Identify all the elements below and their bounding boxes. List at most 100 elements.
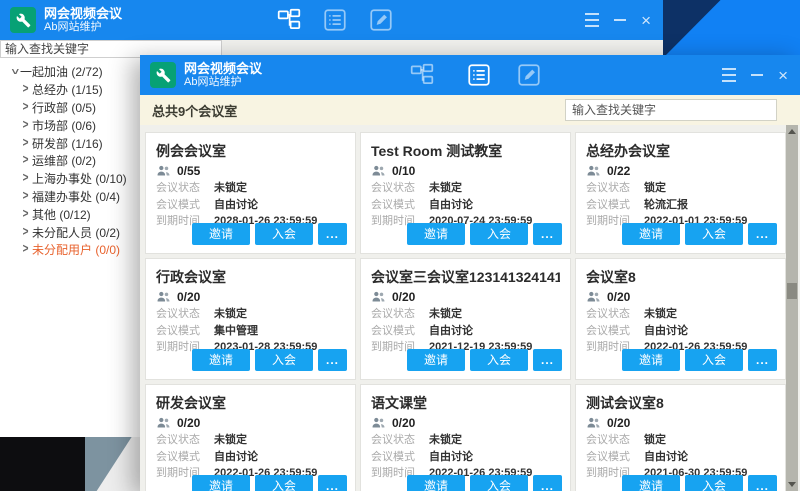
desktop-wallpaper-bottom-left bbox=[0, 437, 140, 491]
invite-button[interactable]: 邀请 bbox=[622, 349, 680, 371]
scroll-down-icon[interactable] bbox=[788, 482, 796, 487]
compose-edit-icon[interactable] bbox=[516, 62, 542, 88]
people-icon bbox=[371, 416, 386, 429]
menu-icon[interactable] bbox=[722, 66, 736, 84]
chevron-icon[interactable] bbox=[19, 138, 32, 149]
invite-button[interactable]: 邀请 bbox=[407, 349, 465, 371]
more-actions-button[interactable]: ... bbox=[533, 349, 562, 371]
more-actions-button[interactable]: ... bbox=[318, 349, 347, 371]
menu-icon[interactable] bbox=[585, 11, 599, 29]
vertical-scrollbar[interactable] bbox=[786, 125, 798, 491]
invite-button[interactable]: 邀请 bbox=[192, 223, 250, 245]
main-titlebar: 网会视频会议 Ab网站维护 bbox=[140, 55, 800, 95]
participant-count-row: 0/20 bbox=[371, 287, 560, 306]
join-button[interactable]: 入会 bbox=[470, 475, 528, 491]
more-actions-button[interactable]: ... bbox=[748, 223, 777, 245]
close-icon[interactable] bbox=[778, 67, 788, 84]
more-actions-button[interactable]: ... bbox=[533, 475, 562, 491]
more-actions-button[interactable]: ... bbox=[748, 475, 777, 491]
participant-count-row: 0/20 bbox=[586, 413, 775, 432]
participant-count: 0/20 bbox=[177, 416, 200, 430]
join-button[interactable]: 入会 bbox=[470, 223, 528, 245]
status-label: 会议状态 bbox=[371, 180, 429, 197]
room-search-input[interactable] bbox=[565, 99, 777, 121]
status-value: 未锁定 bbox=[214, 306, 345, 323]
chevron-icon[interactable] bbox=[19, 102, 32, 113]
join-button[interactable]: 入会 bbox=[255, 349, 313, 371]
join-button[interactable]: 入会 bbox=[255, 475, 313, 491]
status-value: 未锁定 bbox=[429, 306, 560, 323]
room-actions: 邀请 入会 ... bbox=[622, 223, 777, 245]
invite-button[interactable]: 邀请 bbox=[407, 223, 465, 245]
meeting-list-icon[interactable] bbox=[466, 62, 492, 88]
status-value: 未锁定 bbox=[429, 180, 560, 197]
app-title: 网会视频会议 bbox=[184, 61, 262, 77]
participant-count-row: 0/20 bbox=[371, 413, 560, 432]
chevron-icon[interactable] bbox=[19, 155, 32, 166]
room-name: 会议室8 bbox=[586, 267, 775, 287]
chevron-icon[interactable] bbox=[19, 120, 32, 131]
mode-label: 会议模式 bbox=[371, 197, 429, 214]
meeting-list-icon[interactable] bbox=[322, 7, 348, 33]
mode-value: 自由讨论 bbox=[429, 323, 560, 340]
scroll-up-icon[interactable] bbox=[788, 129, 796, 134]
status-value: 未锁定 bbox=[644, 306, 775, 323]
chevron-icon[interactable] bbox=[19, 191, 32, 202]
people-icon bbox=[371, 290, 386, 303]
chevron-icon[interactable] bbox=[7, 66, 20, 77]
chevron-icon[interactable] bbox=[19, 84, 32, 95]
compose-edit-icon[interactable] bbox=[368, 7, 394, 33]
room-card: 会议室8 0/20 会议状态 未锁定 会议模式 自由讨论 到期时间 2022-0… bbox=[575, 258, 786, 380]
invite-button[interactable]: 邀请 bbox=[192, 349, 250, 371]
status-value: 未锁定 bbox=[214, 432, 345, 449]
chevron-icon[interactable] bbox=[19, 227, 32, 238]
status-label: 会议状态 bbox=[586, 306, 644, 323]
scrollbar-thumb[interactable] bbox=[787, 283, 797, 299]
mode-value: 自由讨论 bbox=[214, 197, 345, 214]
invite-button[interactable]: 邀请 bbox=[622, 475, 680, 491]
invite-button[interactable]: 邀请 bbox=[622, 223, 680, 245]
participant-count: 0/55 bbox=[177, 164, 200, 178]
participant-count: 0/10 bbox=[392, 164, 415, 178]
org-chart-icon[interactable] bbox=[276, 7, 302, 33]
status-label: 会议状态 bbox=[371, 306, 429, 323]
status-label: 会议状态 bbox=[586, 432, 644, 449]
close-icon[interactable] bbox=[641, 12, 651, 29]
mode-label: 会议模式 bbox=[586, 449, 644, 466]
participant-count-row: 0/10 bbox=[371, 161, 560, 180]
room-card: 例会会议室 0/55 会议状态 未锁定 会议模式 自由讨论 到期时间 2028-… bbox=[145, 132, 356, 254]
join-button[interactable]: 入会 bbox=[685, 349, 743, 371]
room-name: 行政会议室 bbox=[156, 267, 345, 287]
room-card: 总经办会议室 0/22 会议状态 锁定 会议模式 轮流汇报 到期时间 2022-… bbox=[575, 132, 786, 254]
participant-count: 0/20 bbox=[392, 416, 415, 430]
more-actions-button[interactable]: ... bbox=[318, 475, 347, 491]
people-icon bbox=[156, 290, 171, 303]
more-actions-button[interactable]: ... bbox=[318, 223, 347, 245]
join-button[interactable]: 入会 bbox=[470, 349, 528, 371]
join-button[interactable]: 入会 bbox=[685, 223, 743, 245]
minimize-icon[interactable] bbox=[614, 19, 626, 21]
invite-button[interactable]: 邀请 bbox=[407, 475, 465, 491]
mode-value: 自由讨论 bbox=[429, 197, 560, 214]
room-actions: 邀请 入会 ... bbox=[192, 223, 347, 245]
chevron-icon[interactable] bbox=[19, 244, 32, 255]
people-icon bbox=[156, 164, 171, 177]
status-value: 锁定 bbox=[644, 432, 775, 449]
minimize-icon[interactable] bbox=[751, 74, 763, 76]
more-actions-button[interactable]: ... bbox=[748, 349, 777, 371]
people-icon bbox=[156, 416, 171, 429]
mode-value: 自由讨论 bbox=[429, 449, 560, 466]
join-button[interactable]: 入会 bbox=[255, 223, 313, 245]
room-card: 语文课堂 0/20 会议状态 未锁定 会议模式 自由讨论 到期时间 2022-0… bbox=[360, 384, 571, 491]
chevron-icon[interactable] bbox=[19, 209, 32, 220]
join-button[interactable]: 入会 bbox=[685, 475, 743, 491]
tree-item-label: 研发部 (1/16) bbox=[32, 135, 103, 152]
tree-item-label: 运维部 (0/2) bbox=[32, 152, 96, 169]
more-actions-button[interactable]: ... bbox=[533, 223, 562, 245]
people-icon bbox=[586, 416, 601, 429]
participant-count: 0/20 bbox=[607, 290, 630, 304]
chevron-icon[interactable] bbox=[19, 173, 32, 184]
org-chart-icon[interactable] bbox=[409, 62, 435, 88]
invite-button[interactable]: 邀请 bbox=[192, 475, 250, 491]
tree-item-label: 未分配人员 (0/2) bbox=[32, 224, 120, 241]
